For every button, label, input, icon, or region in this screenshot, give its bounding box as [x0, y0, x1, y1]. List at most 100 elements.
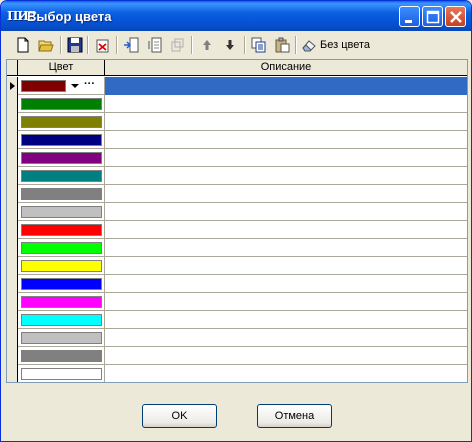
description-cell[interactable]: [105, 293, 467, 311]
color-cell[interactable]: ···: [18, 77, 105, 95]
title-bar[interactable]: ПИР Выбор цвета: [1, 1, 471, 31]
cancel-button[interactable]: Отмена: [257, 404, 332, 428]
copy-row-button[interactable]: [145, 35, 165, 55]
move-down-button[interactable]: [220, 35, 240, 55]
description-cell[interactable]: [105, 131, 467, 149]
description-cell[interactable]: [105, 365, 467, 382]
copy-button[interactable]: [249, 35, 269, 55]
no-color-button[interactable]: Без цвета: [299, 35, 379, 55]
color-cell[interactable]: [18, 347, 105, 365]
table-row[interactable]: [7, 131, 467, 149]
description-cell[interactable]: [105, 95, 467, 113]
description-cell[interactable]: [105, 275, 467, 293]
table-row[interactable]: [7, 185, 467, 203]
color-swatch[interactable]: [21, 188, 102, 200]
delete-button[interactable]: [93, 35, 113, 55]
description-cell[interactable]: [105, 239, 467, 257]
row-indicator[interactable]: [7, 203, 18, 221]
color-cell[interactable]: [18, 239, 105, 257]
description-cell[interactable]: [105, 329, 467, 347]
table-row[interactable]: [7, 293, 467, 311]
row-indicator[interactable]: [7, 77, 18, 95]
color-cell[interactable]: [18, 149, 105, 167]
description-cell[interactable]: [105, 257, 467, 275]
color-swatch[interactable]: [21, 206, 102, 218]
row-indicator[interactable]: [7, 131, 18, 149]
color-swatch[interactable]: [21, 98, 102, 110]
row-indicator[interactable]: [7, 167, 18, 185]
color-swatch[interactable]: [21, 170, 102, 182]
description-cell[interactable]: [105, 167, 467, 185]
color-swatch[interactable]: [21, 152, 102, 164]
color-cell[interactable]: [18, 257, 105, 275]
table-row[interactable]: [7, 149, 467, 167]
column-header-description[interactable]: Описание: [105, 60, 467, 76]
table-row[interactable]: [7, 257, 467, 275]
move-up-button[interactable]: [197, 35, 217, 55]
paste-button[interactable]: [272, 35, 292, 55]
color-grid[interactable]: Цвет Описание ···: [6, 59, 468, 383]
table-row[interactable]: [7, 365, 467, 382]
row-indicator[interactable]: [7, 113, 18, 131]
description-cell[interactable]: [105, 149, 467, 167]
row-indicator[interactable]: [7, 365, 18, 382]
color-swatch[interactable]: [21, 350, 102, 362]
table-row[interactable]: [7, 275, 467, 293]
description-cell[interactable]: [105, 221, 467, 239]
color-cell[interactable]: [18, 221, 105, 239]
color-swatch[interactable]: [21, 260, 102, 272]
color-cell[interactable]: [18, 203, 105, 221]
color-cell[interactable]: [18, 185, 105, 203]
description-cell[interactable]: [105, 185, 467, 203]
color-swatch[interactable]: [21, 314, 102, 326]
color-cell[interactable]: [18, 329, 105, 347]
color-swatch[interactable]: [21, 296, 102, 308]
row-indicator[interactable]: [7, 293, 18, 311]
description-cell[interactable]: [105, 203, 467, 221]
insert-row-button[interactable]: [121, 35, 141, 55]
description-cell[interactable]: [105, 311, 467, 329]
color-cell[interactable]: [18, 365, 105, 382]
table-row[interactable]: [7, 203, 467, 221]
table-row[interactable]: [7, 311, 467, 329]
paste-row-button[interactable]: [167, 35, 187, 55]
row-indicator[interactable]: [7, 221, 18, 239]
close-button[interactable]: [445, 6, 466, 27]
row-indicator[interactable]: [7, 239, 18, 257]
color-cell[interactable]: [18, 293, 105, 311]
color-cell[interactable]: [18, 95, 105, 113]
description-cell[interactable]: [105, 77, 467, 95]
color-swatch[interactable]: [21, 332, 102, 344]
row-indicator[interactable]: [7, 185, 18, 203]
color-swatch[interactable]: [21, 278, 102, 290]
row-indicator[interactable]: [7, 95, 18, 113]
row-indicator[interactable]: [7, 347, 18, 365]
ok-button[interactable]: OK: [142, 404, 217, 428]
table-row[interactable]: ···: [7, 77, 467, 95]
color-swatch[interactable]: [21, 368, 102, 380]
open-button[interactable]: [36, 35, 56, 55]
save-button[interactable]: [65, 35, 85, 55]
row-indicator[interactable]: [7, 275, 18, 293]
color-cell[interactable]: [18, 311, 105, 329]
table-row[interactable]: [7, 347, 467, 365]
table-row[interactable]: [7, 221, 467, 239]
color-swatch[interactable]: [21, 80, 66, 92]
table-row[interactable]: [7, 113, 467, 131]
dropdown-arrow-icon[interactable]: [71, 84, 79, 88]
row-indicator[interactable]: [7, 311, 18, 329]
color-swatch[interactable]: [21, 134, 102, 146]
color-cell[interactable]: [18, 113, 105, 131]
table-row[interactable]: [7, 329, 467, 347]
color-swatch[interactable]: [21, 224, 102, 236]
maximize-button[interactable]: [422, 6, 443, 27]
table-row[interactable]: [7, 95, 467, 113]
row-indicator[interactable]: [7, 257, 18, 275]
color-cell[interactable]: [18, 167, 105, 185]
color-swatch[interactable]: [21, 242, 102, 254]
color-cell[interactable]: [18, 131, 105, 149]
row-indicator[interactable]: [7, 329, 18, 347]
ellipsis-button[interactable]: ···: [84, 78, 95, 90]
color-swatch[interactable]: [21, 116, 102, 128]
new-button[interactable]: [13, 35, 33, 55]
